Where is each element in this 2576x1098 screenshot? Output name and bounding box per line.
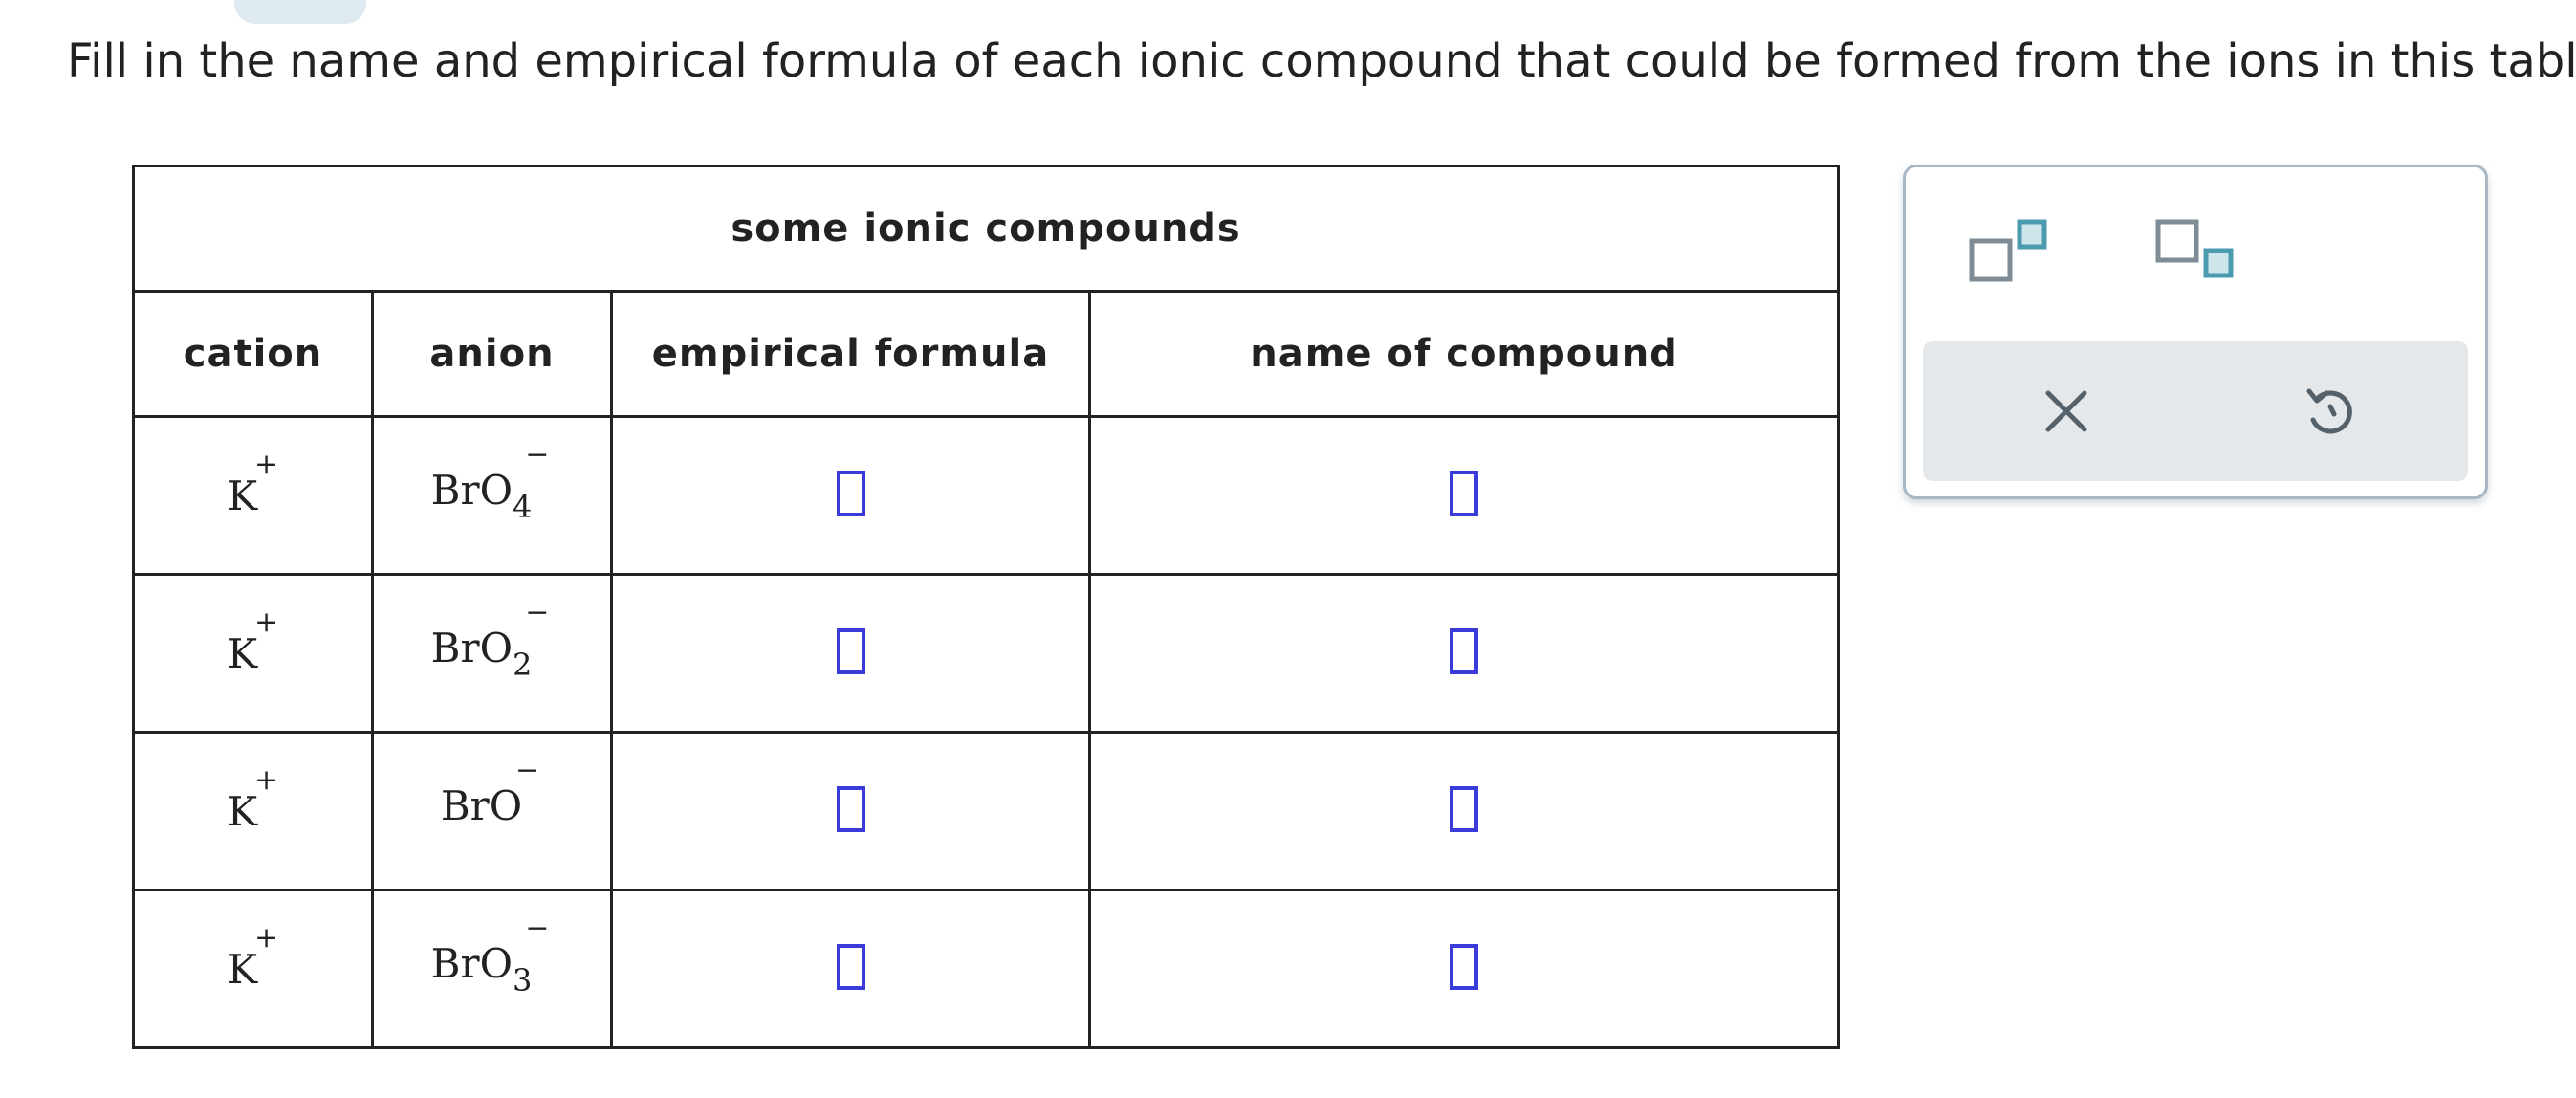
cation-cell: K + xyxy=(132,573,374,734)
table-row: K + BrO − xyxy=(132,731,1841,891)
compound-name-input[interactable] xyxy=(1450,786,1479,832)
compounds-table: some ionic compounds cation anion empiri… xyxy=(131,165,1841,1049)
formula-cell xyxy=(610,415,1091,576)
formula-cell xyxy=(610,731,1091,891)
anion-symbol: BrO xyxy=(430,624,513,671)
anion-cell: BrO4 − xyxy=(371,415,613,576)
cation-cell: K + xyxy=(132,731,374,891)
table-caption: some ionic compounds xyxy=(131,165,1841,293)
cation-ion: K + xyxy=(227,448,278,519)
cation-ion: K + xyxy=(227,921,278,993)
table-row: K + BrO3 − xyxy=(132,889,1841,1049)
anion-symbol: BrO xyxy=(430,466,513,514)
anion-ion: BrO3 − xyxy=(430,911,554,999)
undo-icon[interactable] xyxy=(2286,370,2372,452)
anion-ion: BrO2 − xyxy=(430,596,554,683)
cation-symbol: K xyxy=(227,945,258,993)
palette-actions xyxy=(1923,341,2468,481)
anion-charge: − xyxy=(525,437,550,472)
cation-cell: K + xyxy=(132,415,374,576)
table-row: K + BrO2 − xyxy=(132,573,1841,734)
anion-cell: BrO3 − xyxy=(371,889,613,1049)
clear-icon[interactable] xyxy=(2023,370,2109,452)
empirical-formula-input[interactable] xyxy=(836,471,865,516)
cation-symbol: K xyxy=(227,472,258,519)
empirical-formula-input[interactable] xyxy=(836,628,865,674)
compound-name-input[interactable] xyxy=(1450,471,1479,516)
formula-cell xyxy=(610,889,1091,1049)
empirical-formula-input[interactable] xyxy=(836,944,865,990)
math-palette xyxy=(1903,165,2488,499)
header-empirical-formula: empirical formula xyxy=(610,290,1091,418)
compound-name-input[interactable] xyxy=(1450,628,1479,674)
instructions-text: Fill in the name and empirical formula o… xyxy=(67,34,2576,88)
cation-symbol: K xyxy=(227,629,258,677)
cation-ion: K + xyxy=(227,605,278,677)
anion-symbol: BrO xyxy=(440,781,523,829)
name-cell xyxy=(1087,731,1841,891)
name-cell xyxy=(1087,573,1841,734)
name-cell xyxy=(1087,415,1841,576)
header-compound-name: name of compound xyxy=(1087,290,1841,418)
anion-symbol: BrO xyxy=(430,939,513,987)
cation-charge: + xyxy=(254,920,279,955)
cation-charge: + xyxy=(254,447,279,481)
anion-cell: BrO − xyxy=(371,731,613,891)
cation-symbol: K xyxy=(227,787,258,835)
header-cation: cation xyxy=(132,290,374,418)
superscript-icon[interactable] xyxy=(1958,210,2063,296)
anion-charge: − xyxy=(525,911,550,945)
formula-cell xyxy=(610,573,1091,734)
anion-ion: BrO − xyxy=(440,754,543,841)
header-anion: anion xyxy=(371,290,613,418)
subscript-icon[interactable] xyxy=(2145,210,2250,296)
cation-charge: + xyxy=(254,604,279,639)
table-row: K + BrO4 − xyxy=(132,415,1841,576)
anion-subscript: 2 xyxy=(513,646,533,683)
cation-charge: + xyxy=(254,762,279,797)
name-cell xyxy=(1087,889,1841,1049)
compound-name-input[interactable] xyxy=(1450,944,1479,990)
cation-ion: K + xyxy=(227,763,278,835)
anion-cell: BrO2 − xyxy=(371,573,613,734)
anion-subscript: 3 xyxy=(513,961,533,999)
anion-charge: − xyxy=(525,595,550,629)
anion-charge: − xyxy=(515,753,540,787)
anion-ion: BrO4 − xyxy=(430,438,554,525)
cation-cell: K + xyxy=(132,889,374,1049)
top-tab[interactable] xyxy=(234,0,366,24)
anion-subscript: 4 xyxy=(513,488,533,525)
empirical-formula-input[interactable] xyxy=(836,786,865,832)
compounds-table-container: some ionic compounds cation anion empiri… xyxy=(131,165,1841,1049)
